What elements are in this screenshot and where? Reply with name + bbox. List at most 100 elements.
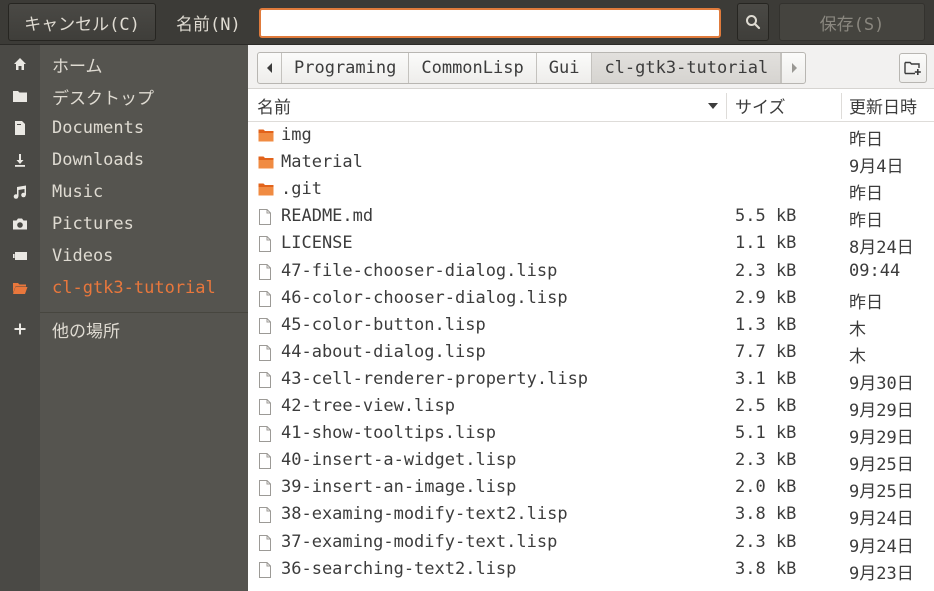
column-header-name[interactable]: 名前 [257,89,291,122]
sort-down-icon[interactable] [707,102,719,110]
folder-icon [258,128,274,148]
file-modified: 9月25日 [849,482,914,503]
sidebar-item-pictures[interactable]: Pictures [0,208,248,240]
filename-input[interactable] [259,8,721,38]
file-modified: 9月30日 [849,373,914,394]
file-modified: 9月24日 [849,536,914,557]
file-name: 47-file-chooser-dialog.lisp [281,260,558,281]
file-row[interactable]: 37-examing-modify-text.lisp 2.3 kB 9月24日 [248,529,934,557]
breadcrumb-item[interactable]: CommonLisp [409,53,537,83]
breadcrumb-scroll-right[interactable] [781,53,805,83]
file-size: 3.1 kB [735,368,797,389]
sidebar-item-desktop[interactable]: デスクトップ [0,80,248,112]
file-size: 5.5 kB [735,206,797,227]
file-modified: 09:44 [849,260,901,281]
file-name: 44-about-dialog.lisp [281,341,486,362]
plus-icon [14,323,26,335]
file-icon [258,344,272,366]
search-icon [746,15,761,30]
file-row[interactable]: Material 9月4日 [248,149,934,177]
file-size: 3.8 kB [735,558,797,579]
file-row[interactable]: 47-file-chooser-dialog.lisp 2.3 kB 09:44 [248,258,934,285]
cancel-button[interactable]: キャンセル(C) [8,3,156,41]
column-header-modified[interactable]: 更新日時 [849,89,917,122]
file-icon [258,534,272,556]
file-name: 45-color-button.lisp [281,314,486,335]
sidebar-item-downloads[interactable]: Downloads [0,144,248,176]
file-size: 2.5 kB [735,396,797,416]
file-row[interactable]: 45-color-button.lisp 1.3 kB 木 [248,312,934,340]
sidebar-item-label: Videos [52,246,114,266]
sidebar-item-label: デスクトップ [52,88,154,109]
file-row[interactable]: .git 昨日 [248,176,934,205]
file-icon [258,426,272,447]
file-name: .git [281,179,322,200]
column-separator[interactable] [841,93,842,119]
file-icon [258,399,272,420]
file-row[interactable]: 41-show-tooltips.lisp 5.1 kB 9月29日 [248,420,934,449]
file-row[interactable]: 42-tree-view.lisp 2.5 kB 9月29日 [248,393,934,421]
sidebar-item-other-locations[interactable]: 他の場所 [0,313,248,345]
video-icon [13,252,27,260]
file-row[interactable]: README.md 5.5 kB 昨日 [248,203,934,232]
column-separator[interactable] [726,93,727,119]
breadcrumb-item-current[interactable]: cl-gtk3-tutorial [592,53,782,83]
search-button[interactable] [737,3,769,41]
file-size: 2.3 kB [735,260,797,281]
document-icon [15,121,25,135]
file-name: 40-insert-a-widget.lisp [281,450,517,471]
breadcrumb-item[interactable]: Programing [282,53,410,83]
file-icon [258,236,272,257]
new-folder-button[interactable] [899,53,927,83]
folder-icon [13,91,27,102]
file-row[interactable]: 39-insert-an-image.lisp 2.0 kB 9月25日 [248,474,934,503]
sidebar-item-music[interactable]: Music [0,176,248,208]
file-modified: 9月25日 [849,455,914,476]
file-row[interactable]: 46-color-chooser-dialog.lisp 2.9 kB 昨日 [248,285,934,313]
new-folder-icon [904,61,921,75]
file-modified: 8月24日 [849,238,914,259]
breadcrumb-scroll-left[interactable] [258,53,282,83]
file-size: 1.3 kB [735,314,797,335]
save-button[interactable]: 保存(S) [779,3,925,41]
file-modified: 木 [849,346,866,367]
breadcrumb-item[interactable]: Gui [537,53,593,83]
sidebar-item-label: Documents [52,118,145,138]
file-name: 42-tree-view.lisp [281,396,455,416]
file-name: LICENSE [281,233,353,254]
file-row[interactable]: 43-cell-renderer-property.lisp 3.1 kB 9月30… [248,366,934,394]
file-size: 2.3 kB [735,450,797,471]
file-icon [258,290,272,312]
download-icon [15,154,25,167]
sidebar-item-home[interactable]: ホーム [0,48,248,80]
sidebar-item-cl-gtk3-tutorial[interactable]: cl-gtk3-tutorial [0,272,248,304]
camera-icon [13,218,27,230]
file-row[interactable]: img 昨日 [248,122,934,150]
file-icon [258,480,272,501]
file-icon [258,371,272,393]
file-size: 5.1 kB [735,423,797,444]
file-modified: 昨日 [849,211,883,232]
file-row[interactable]: LICENSE 1.1 kB 8月24日 [248,230,934,259]
file-row[interactable]: 36-searching-text2.lisp 3.8 kB 9月23日 [248,556,934,584]
music-icon [13,185,26,199]
column-header-size[interactable]: サイズ [735,89,786,122]
file-name: Material [281,152,363,173]
file-name: 39-insert-an-image.lisp [281,477,517,498]
chevron-left-icon [266,63,272,73]
sidebar-item-videos[interactable]: Videos [0,240,248,272]
file-modified: 昨日 [849,292,883,313]
file-row[interactable]: 44-about-dialog.lisp 7.7 kB 木 [248,339,934,367]
file-modified: 9月29日 [849,428,914,449]
file-name: 38-examing-modify-text2.lisp [281,504,568,525]
file-row[interactable]: 40-insert-a-widget.lisp 2.3 kB 9月25日 [248,447,934,476]
home-icon [14,58,26,70]
file-name: 37-examing-modify-text.lisp [281,531,558,552]
file-name: 46-color-chooser-dialog.lisp [281,287,568,308]
file-icon [258,209,272,230]
file-modified: 昨日 [849,184,883,205]
file-icon [258,507,272,528]
file-row[interactable]: 38-examing-modify-text2.lisp 3.8 kB 9月24日 [248,501,934,529]
sidebar-item-label: Downloads [52,150,145,170]
sidebar-item-documents[interactable]: Documents [0,112,248,144]
